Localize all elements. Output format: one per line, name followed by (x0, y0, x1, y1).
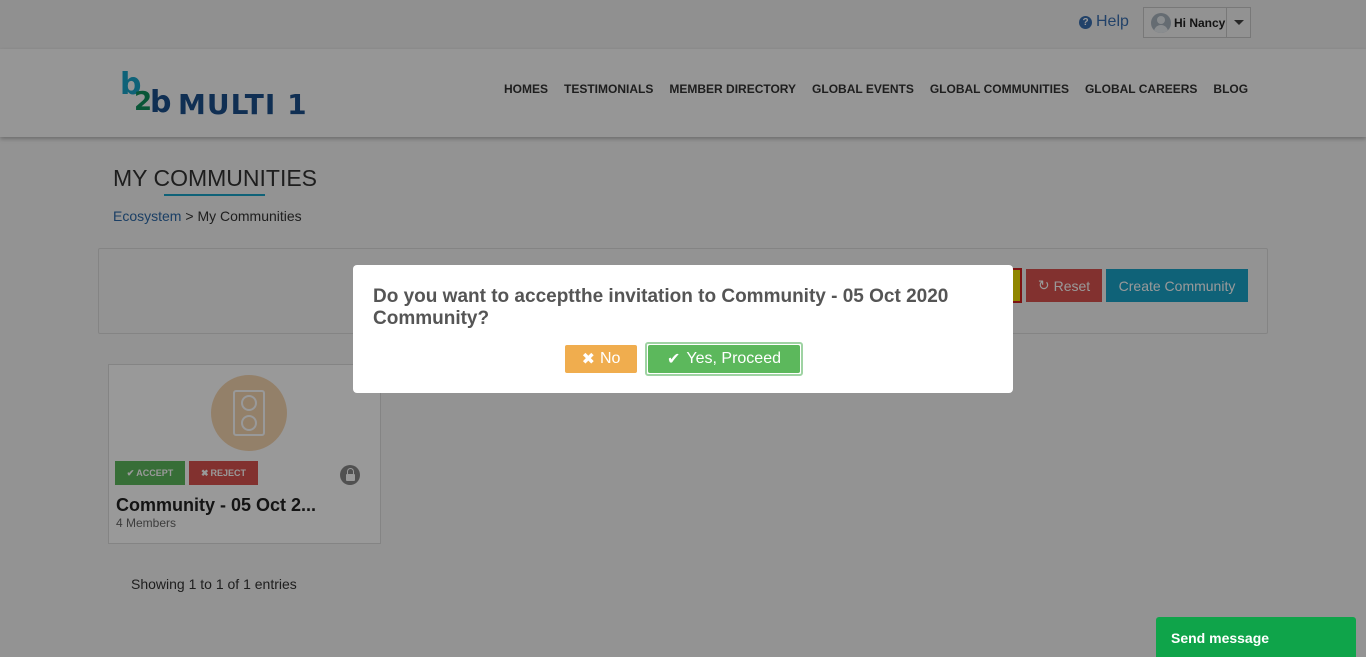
yes-proceed-button[interactable]: ✔ Yes, Proceed (645, 342, 803, 376)
yes-proceed-inner: ✔ Yes, Proceed (648, 345, 800, 373)
send-message-button[interactable]: Send message (1156, 617, 1356, 657)
no-label: No (599, 350, 621, 367)
confirm-dialog: Do you want to acceptthe invitation to C… (353, 265, 1013, 393)
close-icon: ✖ (581, 351, 595, 368)
check-icon: ✔ (667, 351, 681, 368)
dialog-message: Do you want to acceptthe invitation to C… (373, 286, 949, 329)
yes-label: Yes, Proceed (686, 350, 781, 367)
no-button[interactable]: ✖ No (565, 345, 637, 373)
